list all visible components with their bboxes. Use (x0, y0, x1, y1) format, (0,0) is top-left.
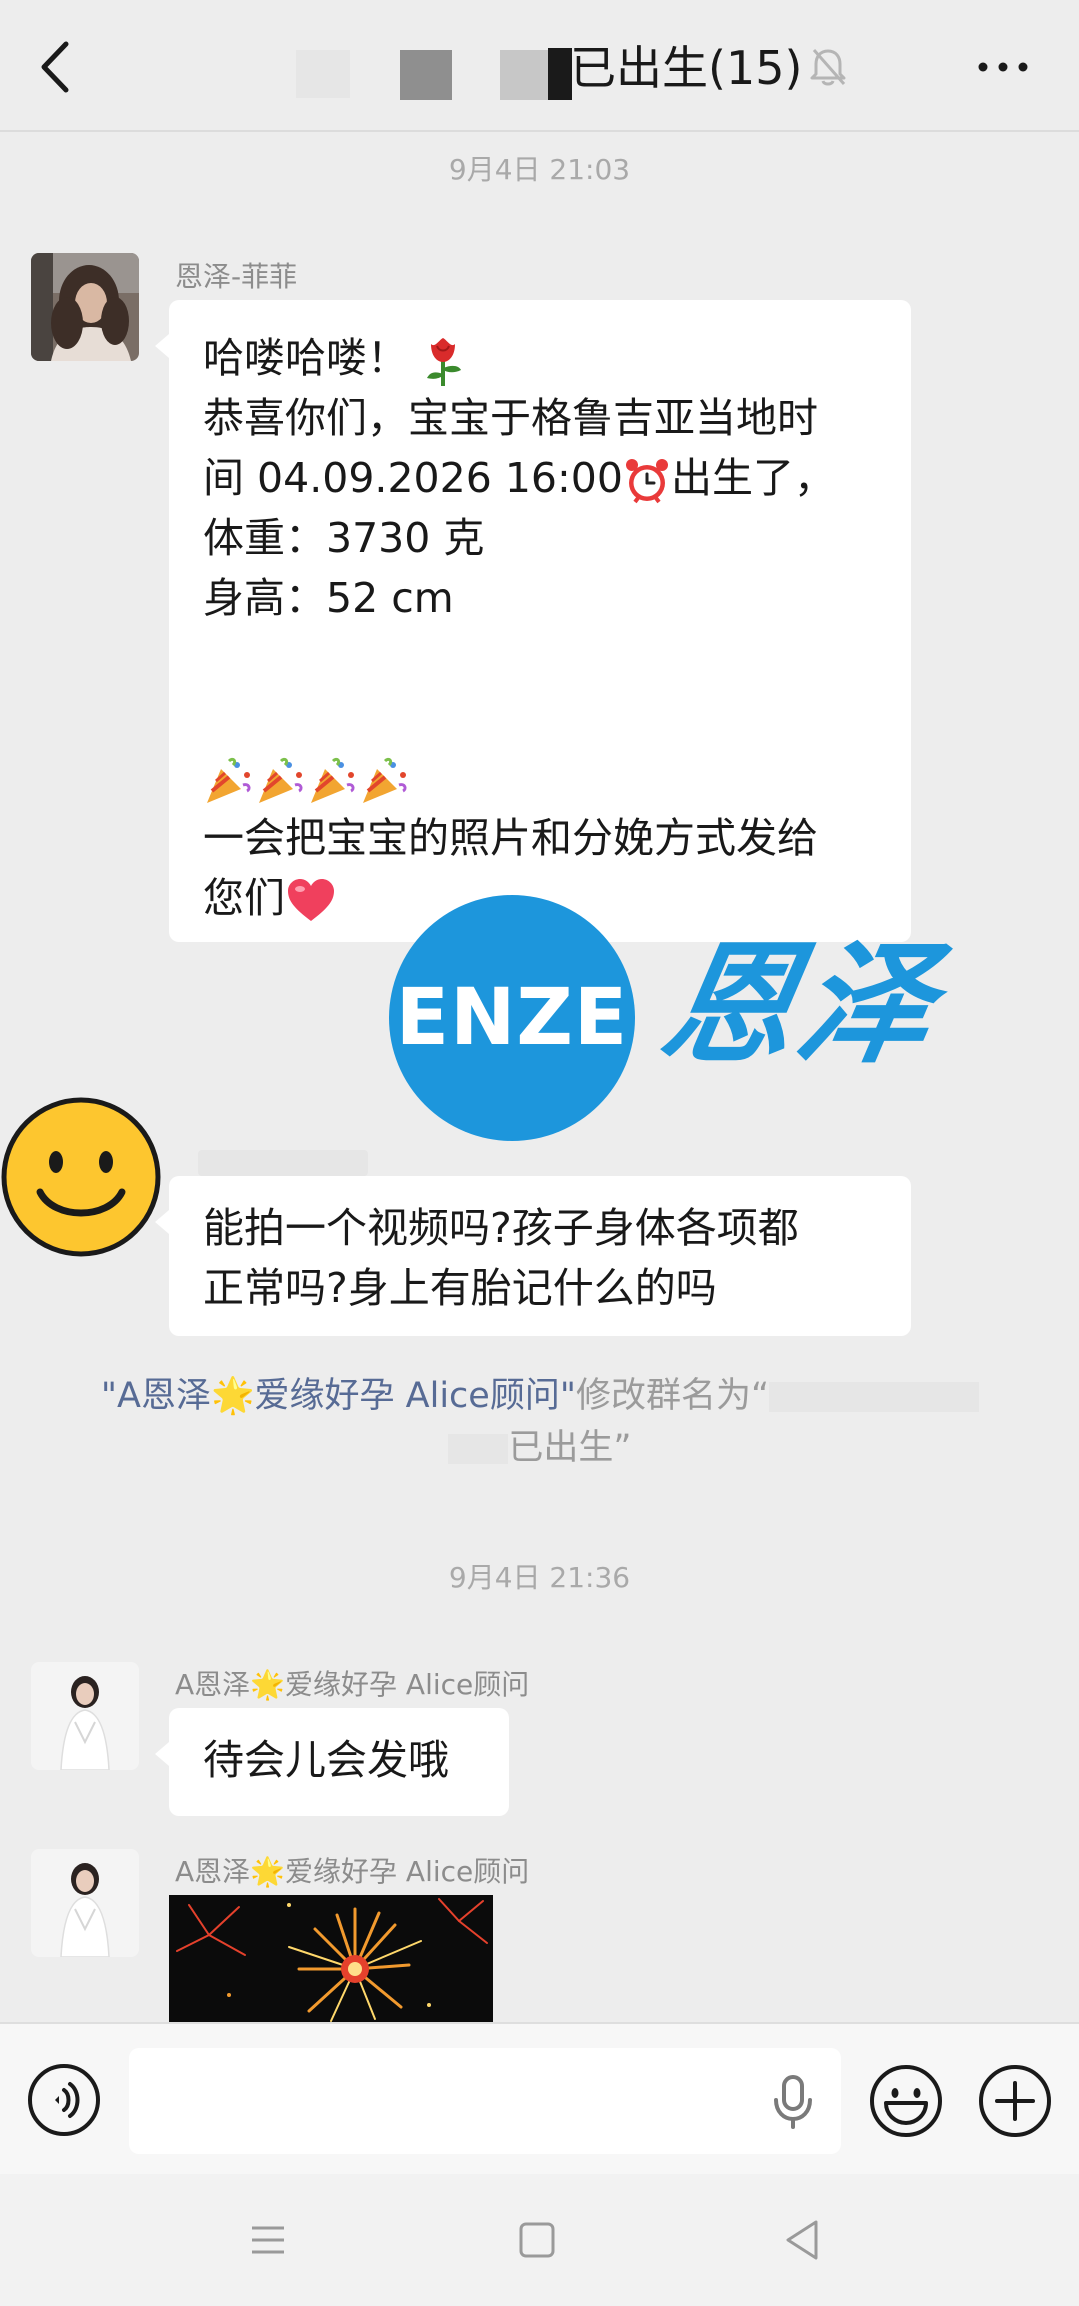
image-message[interactable] (169, 1895, 493, 2023)
redacted-title-block-3 (500, 50, 552, 100)
plus-icon (979, 2065, 1051, 2137)
avatar[interactable] (31, 253, 139, 361)
system-notice-text: 修改群名为“ (575, 1376, 770, 1416)
menu-icon[interactable] (248, 2220, 288, 2260)
alarm-clock-icon (625, 459, 668, 504)
party-popper-icon (259, 757, 303, 803)
nav-back-icon[interactable] (782, 2218, 822, 2262)
voice-icon (28, 2064, 100, 2136)
system-notice-actor[interactable]: "A恩泽🌟爱缘好孕 Alice顾问" (101, 1376, 576, 1416)
message-input[interactable] (129, 2048, 841, 2154)
more-options-button[interactable] (975, 52, 1031, 82)
message-line: 哈喽哈喽！ (203, 328, 879, 388)
heart-icon (288, 879, 334, 921)
message-line: 身高：52 cm (203, 574, 454, 622)
message-line: 体重：3730 克 (203, 514, 485, 562)
message-bubble[interactable]: 哈喽哈喽！ 恭喜你们，宝宝于格鲁吉亚当地时 间 04.09.2026 16:00… (155, 300, 911, 942)
bell-muted-icon (810, 49, 846, 86)
message-bubble[interactable]: 能拍一个视频吗?孩子身体各项都 正常吗?身上有胎记什么的吗 (155, 1176, 911, 1336)
party-popper-icon (311, 757, 355, 803)
watermark-logo: ENZE (389, 895, 635, 1141)
message-text: 您们 (203, 874, 285, 922)
message-line: 一会把宝宝的照片和分娩方式发给 (203, 814, 818, 862)
voice-input-button[interactable] (27, 2063, 101, 2137)
system-notice: "A恩泽🌟爱缘好孕 Alice顾问"修改群名为“ 已出生” (60, 1370, 1020, 1474)
chevron-left-icon (41, 41, 69, 93)
emoji-icon (870, 2065, 942, 2137)
message-line-empty: ​ (203, 688, 879, 748)
redacted-title-block-2 (400, 50, 452, 100)
more-dots-icon (978, 62, 1028, 72)
redacted-title-block-4 (548, 48, 572, 100)
redacted-group-name (448, 1434, 509, 1464)
more-functions-button[interactable] (977, 2063, 1053, 2139)
avatar-smiley-icon[interactable] (0, 1096, 162, 1258)
redacted-group-name (769, 1382, 980, 1412)
avatar[interactable] (31, 1849, 139, 1957)
timestamp: 9月4日 21:36 (448, 1561, 631, 1594)
sender-name: 恩泽-菲菲 (175, 260, 298, 293)
fireworks-image (169, 1895, 493, 2023)
message-line: 恭喜你们，宝宝于格鲁吉亚当地时 (203, 394, 818, 442)
rose-icon (427, 338, 462, 386)
microphone-icon[interactable] (770, 2074, 816, 2130)
chat-header: 已出生(15) (0, 0, 1079, 132)
emoji-button[interactable] (868, 2063, 944, 2139)
sender-name: A恩泽🌟爱缘好孕 Alice顾问 (175, 1855, 530, 1888)
message-text: 间 04.09.2026 16:00 (203, 454, 623, 502)
message-line (203, 748, 879, 808)
message-text: 出生了， (670, 454, 835, 502)
input-bar (0, 2022, 1079, 2174)
watermark-latin: ENZE (395, 973, 629, 1063)
message-line: 能拍一个视频吗?孩子身体各项都 (203, 1204, 799, 1252)
message-bubble[interactable]: 待会儿会发哦 (155, 1708, 509, 1816)
timestamp: 9月4日 21:03 (448, 153, 631, 186)
back-button[interactable] (34, 38, 78, 96)
party-popper-icon (207, 757, 251, 803)
message-text: 哈喽哈喽！ (203, 334, 422, 382)
home-icon[interactable] (517, 2220, 557, 2260)
system-nav-bar (0, 2174, 1079, 2306)
chat-title[interactable]: 已出生(15) (570, 38, 802, 98)
watermark-chinese: 恩泽 (650, 927, 950, 1082)
message-line-empty: ​ (203, 628, 879, 688)
system-notice-text-end: 已出生” (508, 1428, 632, 1468)
sender-name: A恩泽🌟爱缘好孕 Alice顾问 (175, 1668, 530, 1701)
redacted-title-block-1 (296, 50, 350, 98)
message-line: 待会儿会发哦 (203, 1736, 449, 1784)
message-line: 正常吗?身上有胎记什么的吗 (203, 1264, 717, 1312)
party-popper-icon (363, 757, 407, 803)
message-line: 间 04.09.2026 16:00 出生了， (203, 448, 879, 508)
redacted-sender-name (198, 1150, 368, 1176)
chat-screen: 已出生(15) 9月4日 21:03 恩泽-菲菲 哈喽哈喽！ 恭喜你们，宝宝于格… (0, 0, 1079, 2306)
avatar[interactable] (31, 1662, 139, 1770)
